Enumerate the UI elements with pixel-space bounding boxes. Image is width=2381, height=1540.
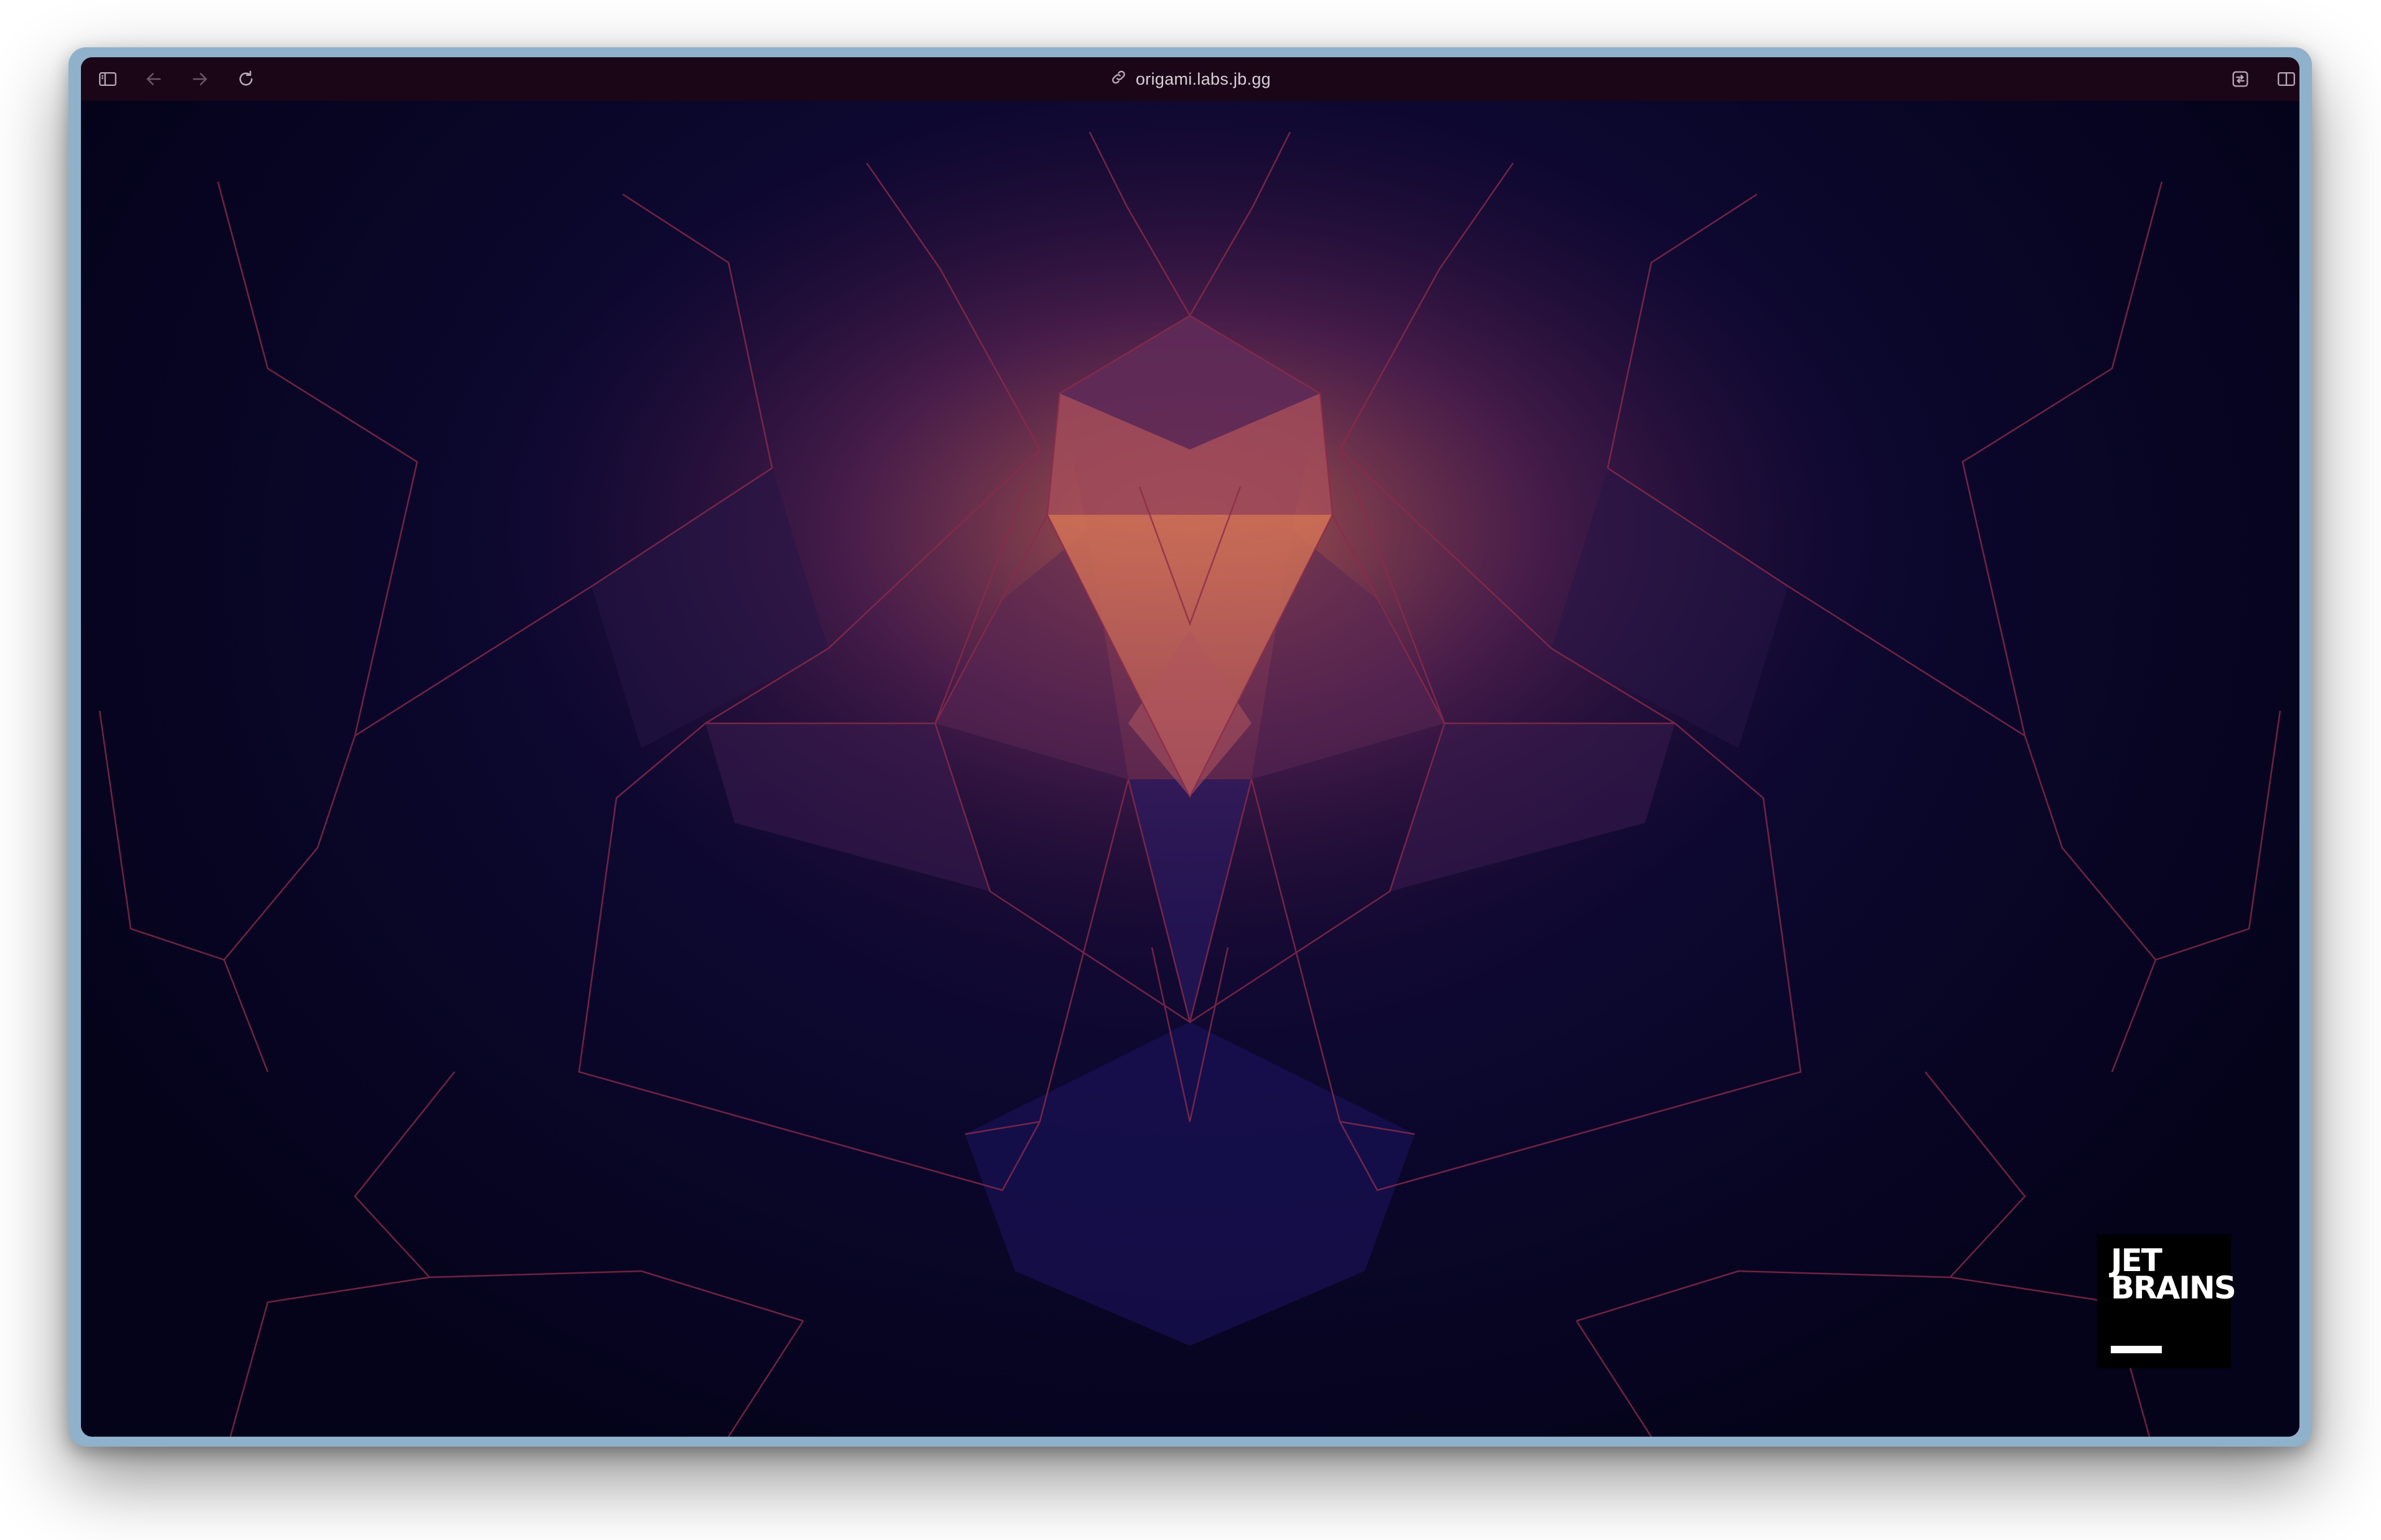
- url-text: origami.labs.jb.gg: [1135, 69, 1271, 88]
- logo-bar: [2111, 1346, 2162, 1353]
- logo-text: JET BRAINS: [2111, 1242, 2237, 1306]
- split-view-icon[interactable]: [2273, 66, 2299, 92]
- reader-icon[interactable]: [2227, 66, 2253, 92]
- origami-canvas[interactable]: JET BRAINS: [81, 101, 2299, 1437]
- link-icon: [1110, 68, 1127, 90]
- reload-icon[interactable]: [233, 66, 259, 92]
- forward-arrow-icon[interactable]: [187, 66, 213, 92]
- jetbrains-logo[interactable]: JET BRAINS: [2097, 1234, 2237, 1368]
- origami-artwork: [81, 101, 2299, 1437]
- browser-toolbar: origami.labs.jb.gg: [81, 57, 2299, 101]
- sidebar-icon[interactable]: [95, 66, 121, 92]
- address-bar[interactable]: origami.labs.jb.gg: [1110, 57, 1271, 101]
- browser-window: origami.labs.jb.gg JET BRAINS: [81, 57, 2299, 1437]
- back-arrow-icon[interactable]: [141, 66, 167, 92]
